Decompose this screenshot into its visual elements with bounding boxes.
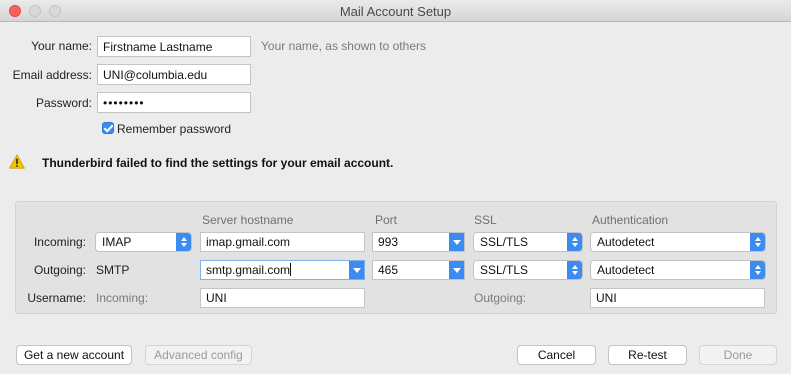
authentication-column-header: Authentication <box>592 213 669 227</box>
chevron-down-icon <box>449 261 464 279</box>
get-new-account-button[interactable]: Get a new account <box>16 345 132 365</box>
outgoing-row-label: Outgoing: <box>33 263 86 277</box>
remember-password-label: Remember password <box>117 122 232 136</box>
outgoing-port-combo[interactable]: 465 <box>372 260 465 280</box>
name-label: Your name: <box>31 39 92 53</box>
title-bar: Mail Account Setup <box>0 0 791 22</box>
window-title: Mail Account Setup <box>339 4 452 19</box>
email-label: Email address: <box>12 68 92 82</box>
incoming-row-label: Incoming: <box>33 235 86 249</box>
outgoing-protocol-value: SMTP <box>96 263 130 277</box>
advanced-config-button[interactable]: Advanced config <box>145 345 252 365</box>
cancel-button[interactable]: Cancel <box>517 345 596 365</box>
outgoing-hostname-value: smtp.gmail.com <box>206 263 291 277</box>
outgoing-port-value: 465 <box>378 263 399 277</box>
incoming-protocol-select[interactable]: IMAP <box>95 232 192 252</box>
incoming-username-field[interactable]: UNI <box>200 288 365 308</box>
password-label: Password: <box>35 96 92 110</box>
outgoing-auth-value: Autodetect <box>597 263 655 277</box>
updown-arrows-icon <box>567 261 582 279</box>
incoming-auth-select[interactable]: Autodetect <box>590 232 766 252</box>
hostname-column-header: Server hostname <box>202 213 294 227</box>
port-column-header: Port <box>375 213 398 227</box>
incoming-protocol-value: IMAP <box>102 235 132 249</box>
incoming-port-value: 993 <box>378 235 399 249</box>
outgoing-username-label: Outgoing: <box>474 291 527 305</box>
incoming-ssl-value: SSL/TLS <box>480 235 529 249</box>
done-button[interactable]: Done <box>699 345 777 365</box>
name-field[interactable]: Firstname Lastname <box>97 36 251 57</box>
name-hint: Your name, as shown to others <box>261 39 426 53</box>
incoming-hostname-field[interactable]: imap.gmail.com <box>200 232 365 252</box>
incoming-username-label: Incoming: <box>96 291 149 305</box>
username-row-label: Username: <box>27 291 86 305</box>
email-field[interactable]: UNI@columbia.edu <box>97 64 251 85</box>
remember-password-checkbox[interactable] <box>102 122 114 134</box>
incoming-auth-value: Autodetect <box>597 235 655 249</box>
ssl-column-header: SSL <box>474 213 497 227</box>
outgoing-username-field[interactable]: UNI <box>590 288 765 308</box>
warning-message: Thunderbird failed to find the settings … <box>42 156 394 170</box>
updown-arrows-icon <box>750 233 765 251</box>
warning-triangle-icon <box>9 154 25 169</box>
outgoing-auth-select[interactable]: Autodetect <box>590 260 766 280</box>
outgoing-ssl-select[interactable]: SSL/TLS <box>473 260 583 280</box>
text-cursor <box>290 263 292 276</box>
updown-arrows-icon <box>750 261 765 279</box>
outgoing-hostname-combo[interactable]: smtp.gmail.com <box>200 260 365 280</box>
chevron-down-icon <box>349 261 364 279</box>
updown-arrows-icon <box>176 233 191 251</box>
incoming-ssl-select[interactable]: SSL/TLS <box>473 232 583 252</box>
outgoing-ssl-value: SSL/TLS <box>480 263 529 277</box>
updown-arrows-icon <box>567 233 582 251</box>
password-field[interactable]: •••••••• <box>97 92 251 113</box>
incoming-port-combo[interactable]: 993 <box>372 232 465 252</box>
retest-button[interactable]: Re-test <box>608 345 687 365</box>
chevron-down-icon <box>449 233 464 251</box>
